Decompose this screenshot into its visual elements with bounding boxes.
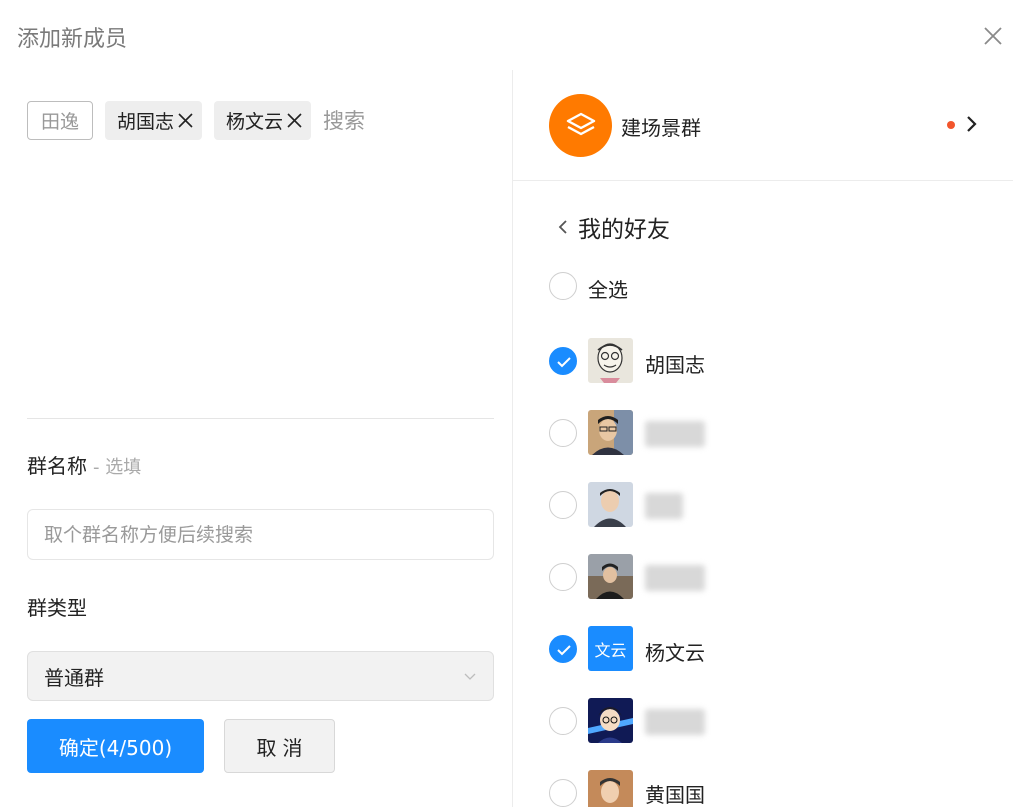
confirm-button[interactable]: 确定(4/500)	[27, 719, 204, 773]
section-divider	[27, 418, 494, 419]
organization-row[interactable]: 建场景群	[513, 70, 1013, 181]
chevron-right-icon	[967, 116, 977, 132]
layers-icon	[566, 112, 595, 135]
contact-checkbox[interactable]	[549, 347, 577, 375]
group-type-select[interactable]: 普通群	[27, 651, 494, 701]
check-icon	[557, 357, 571, 368]
member-chip-self: 田逸	[27, 101, 93, 140]
contact-checkbox[interactable]	[549, 563, 577, 591]
check-icon	[557, 645, 571, 656]
remove-icon[interactable]	[177, 112, 194, 129]
contact-checkbox[interactable]	[549, 491, 577, 519]
contact-checkbox[interactable]	[549, 419, 577, 447]
organization-name: 建场景群	[621, 116, 701, 140]
select-all-label: 全选	[588, 278, 628, 302]
breadcrumb-label: 我的好友	[578, 217, 670, 243]
member-chip[interactable]: 杨文云	[214, 101, 312, 140]
contact-avatar	[588, 410, 633, 455]
contact-name-redacted	[645, 421, 705, 447]
contact-avatar	[588, 698, 633, 743]
contact-avatar	[588, 554, 633, 599]
member-search-input[interactable]	[323, 108, 484, 133]
select-all-checkbox[interactable]	[549, 272, 577, 300]
member-chip-label: 杨文云	[226, 111, 284, 133]
contact-avatar	[588, 338, 633, 383]
contact-name: 黄国国	[645, 783, 705, 807]
chevron-down-icon	[464, 673, 476, 680]
member-chip[interactable]: 胡国志	[105, 101, 203, 140]
contact-name-redacted	[645, 493, 683, 519]
contact-name-redacted	[645, 565, 705, 591]
optional-hint: - 选填	[93, 457, 142, 478]
notification-dot	[947, 121, 955, 129]
contact-name: 杨文云	[645, 641, 705, 665]
group-type-value: 普通群	[44, 665, 104, 690]
member-chip-label: 胡国志	[117, 111, 175, 133]
contact-checkbox[interactable]	[549, 707, 577, 735]
group-name-label-text: 群名称	[27, 454, 87, 478]
cancel-button[interactable]: 取消	[224, 719, 335, 773]
chevron-left-icon	[558, 220, 567, 234]
dialog-title: 添加新成员	[17, 27, 128, 52]
contact-avatar	[588, 482, 633, 527]
contact-checkbox[interactable]	[549, 635, 577, 663]
breadcrumb-back[interactable]: 我的好友	[556, 210, 670, 244]
group-name-input[interactable]	[27, 509, 494, 560]
close-button[interactable]	[979, 22, 1007, 50]
contact-name: 胡国志	[645, 353, 705, 377]
group-name-label: 群名称 - 选填	[27, 450, 141, 479]
contact-avatar: 文云	[588, 626, 633, 671]
contact-name-redacted	[645, 709, 705, 735]
remove-icon[interactable]	[286, 112, 303, 129]
group-type-label: 群类型	[27, 596, 87, 620]
close-icon	[984, 27, 1002, 45]
selected-members: 田逸 胡国志 杨文云	[27, 101, 484, 140]
organization-logo	[549, 94, 612, 157]
contact-avatar	[588, 770, 633, 807]
contact-checkbox[interactable]	[549, 779, 577, 807]
